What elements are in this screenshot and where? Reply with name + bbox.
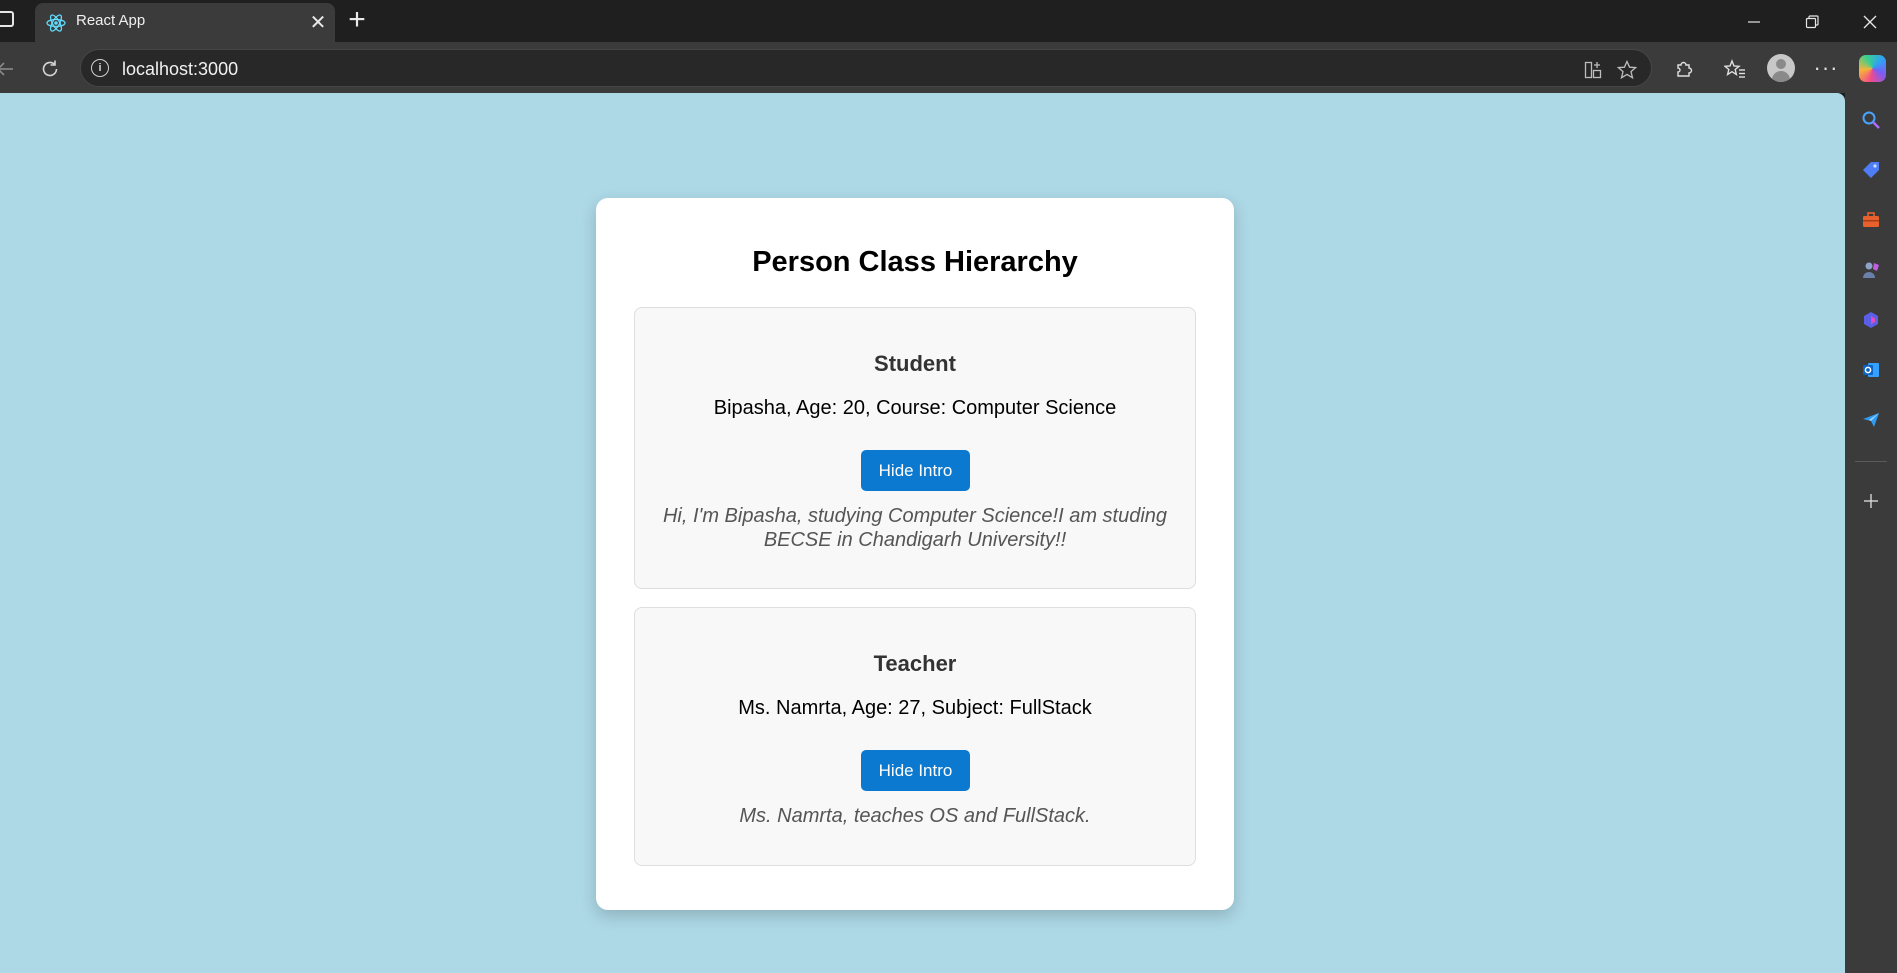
send-icon[interactable] bbox=[1858, 406, 1884, 432]
search-icon[interactable] bbox=[1858, 106, 1884, 132]
teacher-hide-intro-button[interactable]: Hide Intro bbox=[861, 750, 970, 791]
star-icon[interactable] bbox=[1614, 56, 1640, 82]
page-viewport: Person Class Hierarchy Student Bipasha, … bbox=[0, 93, 1845, 973]
copilot-icon[interactable] bbox=[1859, 55, 1886, 82]
tab-title: React App bbox=[76, 12, 146, 29]
tag-icon[interactable] bbox=[1858, 156, 1884, 182]
close-tab-icon[interactable]: ✕ bbox=[307, 12, 329, 34]
teacher-info: Ms. Namrta, Age: 27, Subject: FullStack bbox=[738, 697, 1092, 719]
student-heading: Student bbox=[874, 351, 956, 376]
new-tab-button[interactable]: + bbox=[342, 5, 372, 36]
teacher-intro: Ms. Namrta, teaches OS and FullStack. bbox=[739, 805, 1091, 827]
react-logo-icon bbox=[46, 14, 66, 32]
toolbox-icon[interactable] bbox=[1858, 206, 1884, 232]
teacher-card: Teacher Ms. Namrta, Age: 27, Subject: Fu… bbox=[634, 607, 1196, 866]
tab-react-app[interactable]: React App ✕ bbox=[35, 3, 335, 42]
add-icon[interactable] bbox=[1858, 487, 1884, 513]
url-text[interactable]: localhost:3000 bbox=[122, 59, 238, 80]
games-icon[interactable] bbox=[1858, 256, 1884, 282]
student-intro: Hi, I'm Bipasha, studying Computer Scien… bbox=[662, 505, 1168, 551]
info-icon[interactable]: i bbox=[91, 59, 109, 77]
hierarchy-card: Person Class Hierarchy Student Bipasha, … bbox=[596, 198, 1234, 910]
restore-icon[interactable] bbox=[1789, 6, 1835, 36]
teacher-heading: Teacher bbox=[873, 651, 957, 676]
outlook-icon[interactable] bbox=[1858, 356, 1884, 382]
minimize-icon[interactable] bbox=[1731, 6, 1777, 36]
edge-sidebar bbox=[1845, 93, 1897, 973]
m365-icon[interactable] bbox=[1858, 306, 1884, 332]
reload-icon[interactable] bbox=[33, 51, 67, 85]
close-window-icon[interactable] bbox=[1847, 6, 1893, 36]
student-card: Student Bipasha, Age: 20, Course: Comput… bbox=[634, 307, 1196, 589]
back-arrow-icon[interactable] bbox=[0, 51, 22, 85]
puzzle-icon[interactable] bbox=[1667, 51, 1701, 85]
favorites-icon[interactable] bbox=[1718, 51, 1752, 85]
address-bar[interactable]: i localhost:3000 bbox=[80, 49, 1652, 87]
app-available-icon[interactable] bbox=[1580, 56, 1606, 82]
page-title: Person Class Hierarchy bbox=[752, 246, 1078, 278]
sidebar-divider bbox=[1855, 461, 1887, 462]
student-hide-intro-button[interactable]: Hide Intro bbox=[861, 450, 970, 491]
tab-actions-icon[interactable] bbox=[0, 11, 14, 27]
avatar[interactable] bbox=[1767, 54, 1795, 82]
browser-toolbar: i localhost:3000 ··· bbox=[0, 42, 1897, 93]
student-info: Bipasha, Age: 20, Course: Computer Scien… bbox=[713, 397, 1117, 419]
more-icon[interactable]: ··· bbox=[1809, 51, 1843, 85]
tab-bar: React App ✕ + bbox=[0, 0, 1897, 42]
